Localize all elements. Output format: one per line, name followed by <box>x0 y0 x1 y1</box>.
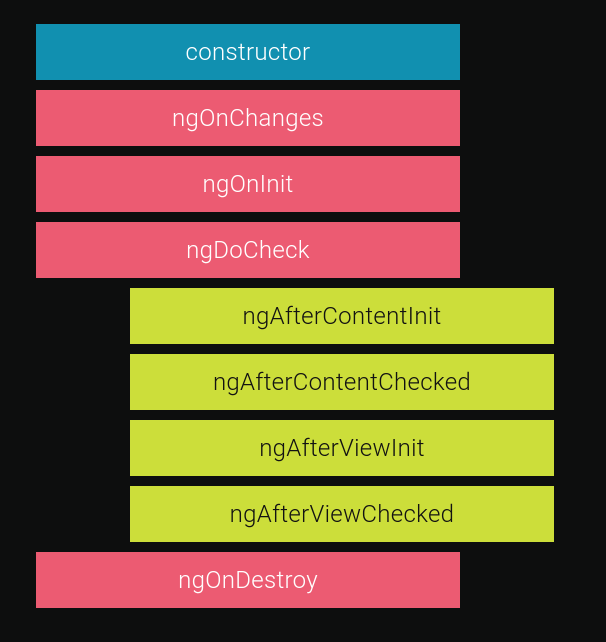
constructor-block: constructor <box>36 24 460 80</box>
ngaftercontentchecked-block: ngAfterContentChecked <box>130 354 554 410</box>
constructor-label: constructor <box>186 38 311 66</box>
ngdocheck-label: ngDoCheck <box>186 236 310 264</box>
ngaftercontentinit-block: ngAfterContentInit <box>130 288 554 344</box>
ngonchanges-block: ngOnChanges <box>36 90 460 146</box>
ngafterviewchecked-label: ngAfterViewChecked <box>230 500 455 528</box>
ngondestroy-label: ngOnDestroy <box>178 566 318 594</box>
ngoninit-block: ngOnInit <box>36 156 460 212</box>
ngaftercontentinit-label: ngAfterContentInit <box>242 302 441 330</box>
ngaftercontentchecked-label: ngAfterContentChecked <box>213 368 471 396</box>
ngonchanges-label: ngOnChanges <box>172 104 324 132</box>
ngafterviewinit-block: ngAfterViewInit <box>130 420 554 476</box>
ngoninit-label: ngOnInit <box>202 170 293 198</box>
ngondestroy-block: ngOnDestroy <box>36 552 460 608</box>
ngafterviewchecked-block: ngAfterViewChecked <box>130 486 554 542</box>
ngdocheck-block: ngDoCheck <box>36 222 460 278</box>
ngafterviewinit-label: ngAfterViewInit <box>259 434 425 462</box>
